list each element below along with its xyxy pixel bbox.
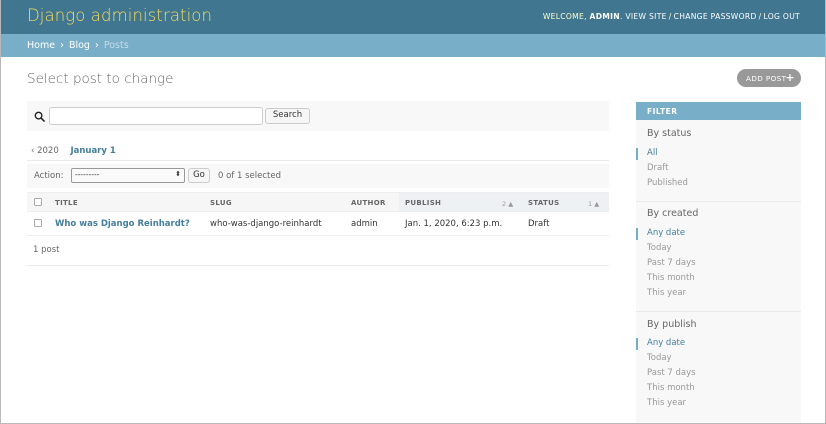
action-select[interactable]: --------- ⬍ <box>71 168 185 183</box>
sort-indicator-publish[interactable]: 2 ▲ <box>502 200 513 208</box>
post-publish-date: Jan. 1, 2020, 6:23 p.m. <box>405 219 503 229</box>
filter-selected-marker <box>636 228 638 240</box>
column-header-publish[interactable]: PUBLISH <box>405 199 441 207</box>
filter-option-publish-month[interactable]: This month <box>647 383 695 393</box>
sort-priority: 1 <box>588 200 593 208</box>
plus-icon: + <box>785 71 795 84</box>
filter-group-title-created: By created <box>647 208 699 219</box>
go-button[interactable]: Go <box>188 168 210 183</box>
sort-arrow-icon: ▲ <box>594 200 600 208</box>
search-toolbar: Search <box>27 101 609 131</box>
filter-option-publish-year[interactable]: This year <box>647 398 686 408</box>
search-input[interactable] <box>49 107 263 125</box>
view-site-link[interactable]: VIEW SITE <box>625 12 666 21</box>
column-header-status[interactable]: STATUS <box>528 199 559 207</box>
add-post-button[interactable]: ADD POST + <box>737 69 801 87</box>
filter-sidebar: FILTER By status All Draft Published By … <box>636 102 801 424</box>
row-checkbox[interactable] <box>34 219 42 227</box>
breadcrumb-home[interactable]: Home <box>27 40 55 51</box>
sort-priority: 2 <box>502 200 507 208</box>
filter-option-publish-any[interactable]: Any date <box>647 338 685 348</box>
log-out-link[interactable]: LOG OUT <box>763 12 800 21</box>
change-password-link[interactable]: CHANGE PASSWORD <box>674 12 757 21</box>
sort-indicator-status[interactable]: 1 ▲ <box>588 200 599 208</box>
select-arrows-icon: ⬍ <box>175 170 181 178</box>
filter-option-status-all[interactable]: All <box>647 148 658 158</box>
filter-option-created-any[interactable]: Any date <box>647 228 685 238</box>
selection-counter: 0 of 1 selected <box>218 171 281 181</box>
post-author: admin <box>351 219 378 229</box>
filter-selected-marker <box>636 338 638 350</box>
breadcrumb: Home › Blog › Posts <box>0 34 826 57</box>
table-row: Who was Django Reinhardt? who-was-django… <box>27 212 609 236</box>
table-header: TITLE SLUG AUTHOR PUBLISH 2 ▲ STATUS 1 ▲ <box>27 192 609 212</box>
search-icon <box>34 111 45 122</box>
action-label: Action: <box>34 171 64 181</box>
date-hierarchy-current[interactable]: January 1 <box>70 146 115 156</box>
user-tools: WELCOME, ADMIN. VIEW SITE / CHANGE PASSWOR… <box>542 12 800 21</box>
filter-divider <box>636 311 801 312</box>
column-header-title[interactable]: TITLE <box>55 199 78 207</box>
filter-option-created-7days[interactable]: Past 7 days <box>647 258 696 268</box>
search-button[interactable]: Search <box>265 108 310 124</box>
sort-arrow-icon: ▲ <box>508 200 514 208</box>
column-header-slug[interactable]: SLUG <box>210 199 232 207</box>
filter-option-created-year[interactable]: This year <box>647 288 686 298</box>
paginator: 1 post <box>33 245 60 255</box>
welcome-text: WELCOME, <box>542 12 587 21</box>
select-all-checkbox[interactable] <box>34 198 42 206</box>
filter-heading: FILTER <box>636 102 801 120</box>
breadcrumb-separator: › <box>60 40 64 51</box>
filter-option-created-month[interactable]: This month <box>647 273 695 283</box>
user-tools-separator: / <box>668 12 672 21</box>
column-header-author[interactable]: AUTHOR <box>351 199 386 207</box>
post-slug: who-was-django-reinhardt <box>210 219 322 229</box>
post-title-link[interactable]: Who was Django Reinhardt? <box>55 219 190 229</box>
breadcrumb-separator: › <box>94 40 99 51</box>
breadcrumb-blog[interactable]: Blog <box>69 40 90 51</box>
breadcrumb-posts: Posts <box>103 40 129 51</box>
header: Django administration WELCOME, ADMIN. VI… <box>0 0 826 34</box>
user-tools-separator: / <box>758 12 762 21</box>
divider <box>27 265 609 266</box>
date-hierarchy: ‹ 2020 January 1 <box>31 146 116 156</box>
filter-selected-marker <box>636 148 638 160</box>
filter-group-title-status: By status <box>647 128 692 139</box>
filter-group-title-publish: By publish <box>647 319 697 330</box>
add-post-label: ADD POST <box>746 74 787 83</box>
page-title: Select post to change <box>27 71 174 87</box>
divider <box>27 160 609 161</box>
filter-option-publish-today[interactable]: Today <box>647 353 672 363</box>
filter-divider <box>636 201 801 202</box>
action-selected-option: --------- <box>75 170 100 179</box>
username: ADMIN <box>589 12 620 21</box>
filter-option-created-today[interactable]: Today <box>647 243 672 253</box>
date-hierarchy-back-link[interactable]: ‹ 2020 <box>31 146 59 156</box>
site-branding[interactable]: Django administration <box>27 6 212 25</box>
actions-bar: Action: --------- ⬍ Go 0 of 1 selected <box>27 164 609 188</box>
filter-option-status-published[interactable]: Published <box>647 178 688 188</box>
filter-option-status-draft[interactable]: Draft <box>647 163 668 173</box>
filter-option-publish-7days[interactable]: Past 7 days <box>647 368 696 378</box>
post-status: Draft <box>528 219 550 229</box>
